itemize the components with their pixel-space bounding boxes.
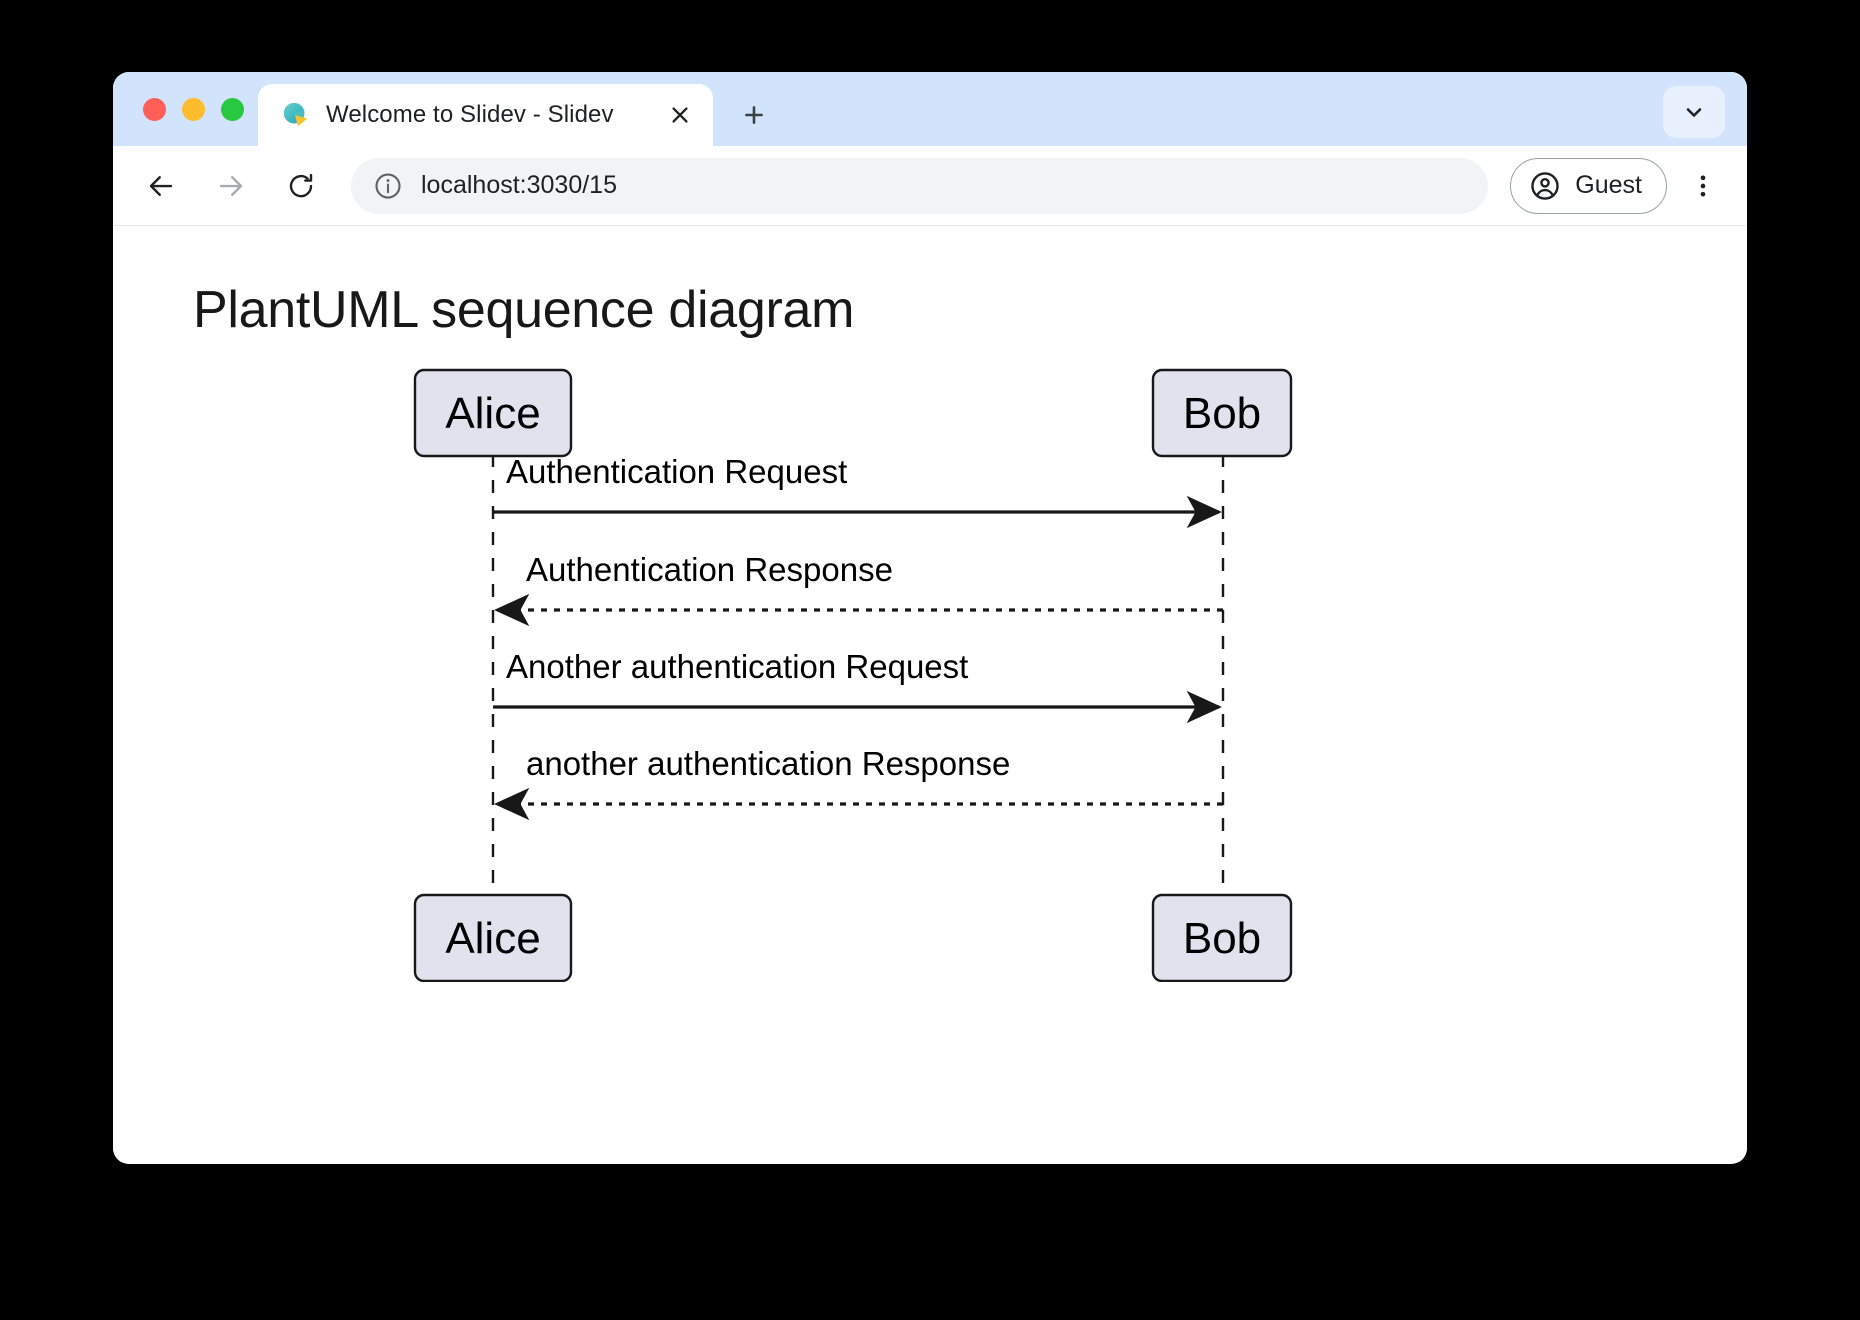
message-label-2: Authentication Response: [526, 551, 893, 588]
three-dot-menu-icon[interactable]: [1681, 160, 1725, 212]
url-text[interactable]: localhost:3030/15: [421, 171, 617, 200]
new-tab-button[interactable]: [731, 92, 777, 138]
message-label-3: Another authentication Request: [506, 648, 968, 685]
participant-box-alice-bottom: Alice: [413, 893, 573, 982]
window-close-button[interactable]: [143, 97, 166, 121]
plantuml-sequence-diagram: Alice Bob Authentication Request Authent…: [413, 362, 1293, 982]
participant-label-alice-bottom: Alice: [445, 914, 540, 963]
window-traffic-lights: [135, 72, 258, 146]
address-bar[interactable]: localhost:3030/15: [351, 157, 1489, 214]
arrow-right-icon: [219, 175, 243, 196]
page-title: PlantUML sequence diagram: [193, 281, 855, 339]
window-minimize-button[interactable]: [182, 97, 205, 121]
message-label-4: another authentication Response: [526, 745, 1010, 782]
close-icon[interactable]: [661, 96, 699, 134]
browser-window: Welcome to Slidev - Slidev localhost:303…: [113, 72, 1747, 1164]
browser-tab[interactable]: Welcome to Slidev - Slidev: [258, 84, 713, 146]
tab-title: Welcome to Slidev - Slidev: [326, 101, 614, 128]
window-maximize-button[interactable]: [221, 97, 244, 121]
browser-toolbar: localhost:3030/15 Guest: [113, 146, 1747, 226]
slidev-logo-icon: [280, 100, 310, 130]
arrow-left-icon: [149, 175, 173, 196]
message-1: Authentication Request: [493, 453, 1222, 529]
participant-label-bob-bottom: Bob: [1183, 914, 1261, 963]
message-label-1: Authentication Request: [506, 453, 847, 490]
participant-box-bob-top: Bob: [1151, 368, 1293, 458]
account-circle-icon: [1529, 170, 1561, 202]
participant-box-bob-bottom: Bob: [1151, 893, 1293, 982]
message-4: another authentication Response: [494, 745, 1223, 821]
message-3: Another authentication Request: [493, 648, 1222, 724]
sequence-diagram-svg: Alice Bob Authentication Request Authent…: [413, 368, 1293, 982]
back-button[interactable]: [135, 160, 187, 212]
slide-viewport: PlantUML sequence diagram Alice Bob Auth…: [113, 226, 1747, 1162]
tab-search-button[interactable]: [1663, 86, 1725, 138]
chevron-down-icon: [1686, 108, 1702, 117]
profile-label: Guest: [1575, 171, 1642, 199]
info-circle-icon[interactable]: [373, 171, 403, 201]
profile-button[interactable]: Guest: [1510, 157, 1667, 214]
forward-button[interactable]: [205, 160, 257, 212]
reload-button[interactable]: [275, 160, 327, 212]
participant-box-alice-top: Alice: [413, 368, 573, 458]
participant-label-alice-top: Alice: [445, 389, 540, 438]
participant-label-bob-top: Bob: [1183, 389, 1261, 438]
reload-icon: [289, 173, 313, 197]
tab-strip: Welcome to Slidev - Slidev: [113, 72, 1747, 146]
message-2: Authentication Response: [494, 551, 1223, 627]
